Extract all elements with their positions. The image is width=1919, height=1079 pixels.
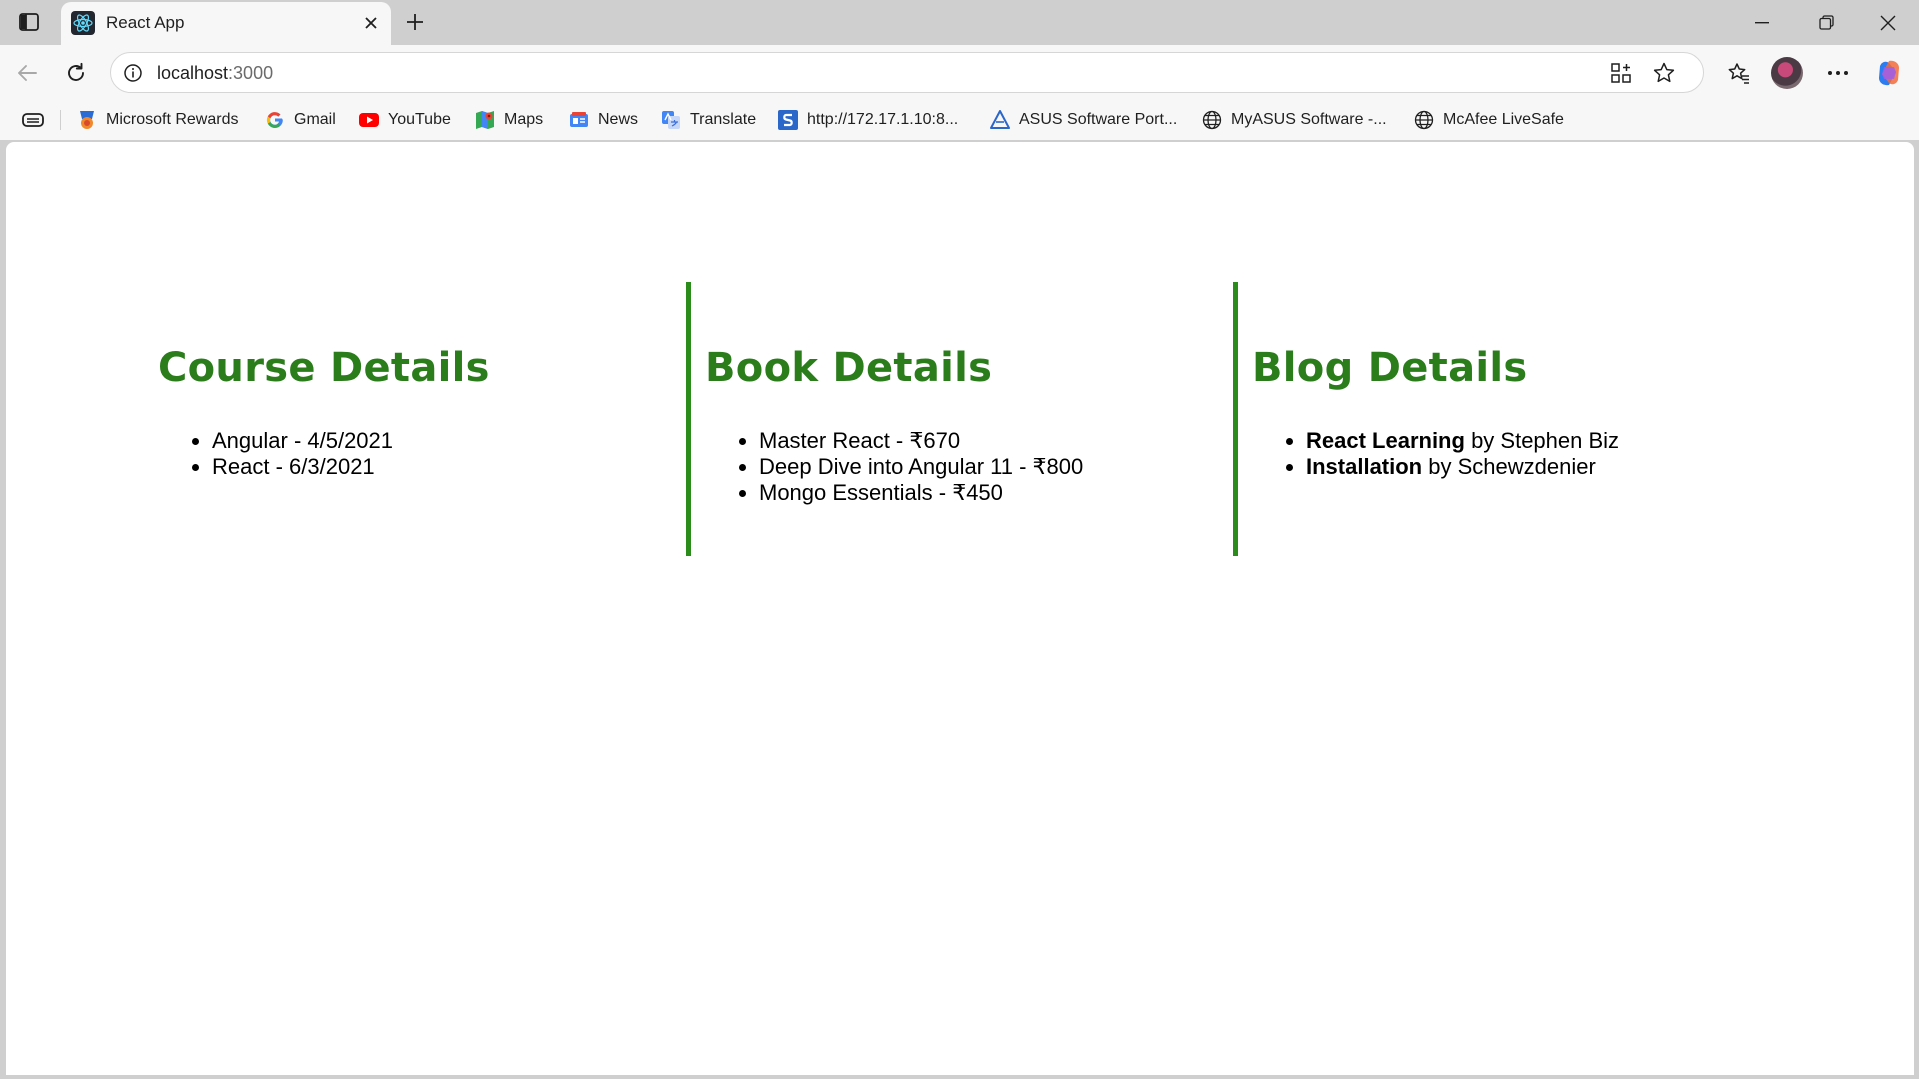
blog-title: React Learning	[1306, 428, 1465, 453]
blog-details-section: Blog Details React Learning by Stephen B…	[1233, 282, 1833, 556]
bookmark-local-ip[interactable]: http://172.17.1.10:8...	[778, 107, 958, 133]
react-logo-icon	[71, 11, 95, 35]
bookmark-youtube[interactable]: YouTube	[359, 107, 451, 133]
translate-icon	[661, 110, 681, 130]
close-tab-icon[interactable]	[359, 11, 383, 35]
page-viewport: Course Details Angular - 4/5/2021 React …	[6, 142, 1914, 1075]
address-port: :3000	[228, 63, 274, 83]
tab-title: React App	[106, 13, 185, 32]
news-icon	[569, 110, 589, 130]
blog-item: React Learning by Stephen Biz	[1306, 428, 1619, 454]
maps-icon	[475, 110, 495, 130]
course-details-heading: Course Details	[158, 345, 490, 391]
blog-author: by Stephen Biz	[1471, 428, 1620, 453]
blog-title: Installation	[1306, 454, 1423, 479]
bookmark-label: Microsoft Rewards	[106, 111, 239, 128]
globe-icon	[1414, 110, 1434, 130]
book-details-heading: Book Details	[705, 345, 993, 391]
window-bottom-edge	[0, 1075, 1919, 1079]
browser-toolbar: localhost:3000	[0, 45, 1919, 100]
course-details-section: Course Details Angular - 4/5/2021 React …	[158, 282, 688, 556]
book-item: Master React - ₹670	[759, 428, 1083, 454]
address-bar[interactable]: localhost:3000	[110, 52, 1704, 93]
bookmark-label: http://172.17.1.10:8...	[807, 111, 959, 128]
bookmark-maps[interactable]: Maps	[475, 107, 543, 133]
address-url: localhost:3000	[157, 63, 273, 84]
course-list: Angular - 4/5/2021 React - 6/3/2021	[158, 428, 393, 480]
blog-author: by Schewzdenier	[1428, 454, 1596, 479]
blog-section-divider	[1233, 282, 1238, 556]
favorites-icon[interactable]	[1722, 56, 1756, 90]
blog-details-heading: Blog Details	[1252, 345, 1528, 391]
bookmark-asus-software[interactable]: ASUS Software Port...	[990, 107, 1177, 133]
add-app-icon[interactable]	[1607, 59, 1635, 87]
reload-icon[interactable]	[59, 56, 93, 90]
bookmark-label: MyASUS Software -...	[1231, 111, 1387, 128]
bookmark-label: ASUS Software Port...	[1019, 111, 1178, 128]
address-host: localhost	[157, 63, 229, 83]
new-tab-icon[interactable]	[400, 8, 430, 36]
bookmark-gmail[interactable]: Gmail	[265, 107, 336, 133]
google-icon	[265, 110, 285, 130]
site-info-icon[interactable]	[121, 61, 145, 85]
minimize-icon[interactable]	[1731, 0, 1793, 45]
blog-item: Installation by Schewzdenier	[1306, 454, 1619, 480]
close-window-icon[interactable]	[1857, 0, 1919, 45]
back-arrow-icon[interactable]	[10, 56, 44, 90]
bookmark-label: News	[598, 111, 639, 128]
bookmark-myasus[interactable]: MyASUS Software -...	[1202, 107, 1387, 133]
book-item: Deep Dive into Angular 11 - ₹800	[759, 454, 1083, 480]
bookmark-label: Gmail	[294, 111, 336, 128]
youtube-icon	[359, 110, 379, 130]
active-tab[interactable]: React App	[61, 2, 391, 45]
bookmark-label: Translate	[690, 111, 757, 128]
tab-strip: React App	[0, 0, 1919, 45]
bookmarks-separator	[60, 110, 61, 130]
book-details-section: Book Details Master React - ₹670 Deep Di…	[686, 282, 1226, 556]
blog-list: React Learning by Stephen Biz Installati…	[1252, 428, 1619, 480]
bookmark-label: McAfee LiveSafe	[1443, 111, 1564, 128]
book-list: Master React - ₹670 Deep Dive into Angul…	[705, 428, 1083, 506]
globe-icon	[1202, 110, 1222, 130]
course-item: Angular - 4/5/2021	[212, 428, 393, 454]
bookmark-label: Maps	[504, 111, 544, 128]
bookmark-translate[interactable]: Translate	[661, 107, 756, 133]
microsoft-rewards-icon	[77, 110, 97, 130]
collections-icon[interactable]	[20, 108, 46, 132]
bookmark-news[interactable]: News	[569, 107, 638, 133]
course-item: React - 6/3/2021	[212, 454, 393, 480]
profile-avatar[interactable]	[1771, 57, 1803, 89]
restore-icon[interactable]	[1795, 0, 1857, 45]
bookmark-label: YouTube	[388, 111, 451, 128]
more-options-icon[interactable]	[1821, 56, 1855, 90]
bookmark-mcafee[interactable]: McAfee LiveSafe	[1414, 107, 1564, 133]
bookmark-microsoft-rewards[interactable]: Microsoft Rewards	[77, 107, 238, 133]
book-item: Mongo Essentials - ₹450	[759, 480, 1083, 506]
copilot-icon[interactable]	[1872, 56, 1906, 90]
favorite-star-icon[interactable]	[1650, 59, 1678, 87]
bookmarks-bar: Microsoft Rewards Gmail YouTube Maps New…	[0, 100, 1919, 140]
book-section-divider	[686, 282, 691, 556]
tab-actions-icon[interactable]	[12, 8, 46, 36]
asus-icon	[990, 110, 1010, 130]
s-site-icon	[778, 110, 798, 130]
